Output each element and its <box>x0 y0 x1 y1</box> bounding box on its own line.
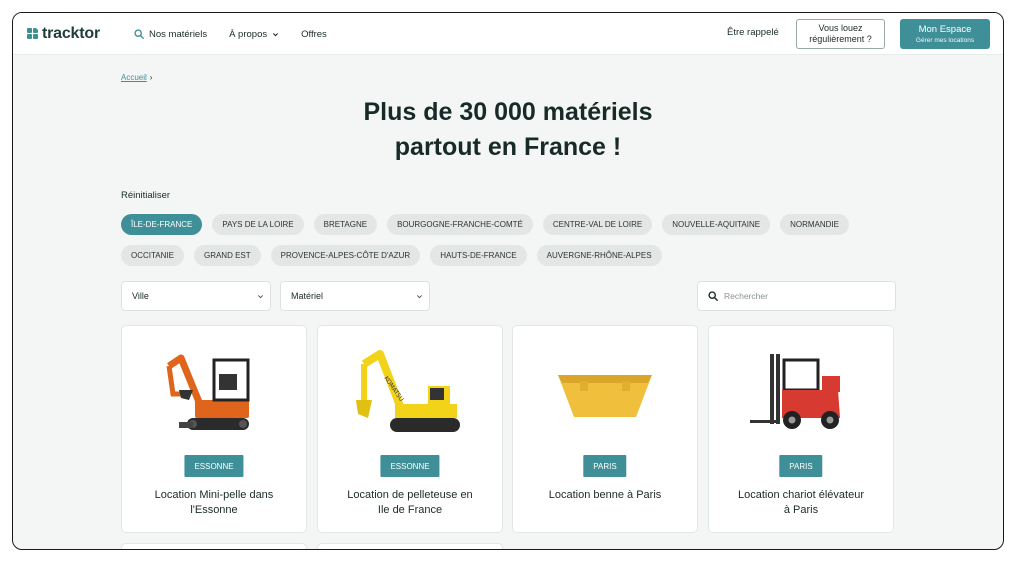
breadcrumb-separator: › <box>149 73 153 82</box>
rent-regularly-button[interactable]: Vous louez régulièrement ? <box>796 19 885 49</box>
search-icon <box>134 29 144 39</box>
card-title-line2: l'Essonne <box>190 504 238 516</box>
region-chip-hauts-de-france[interactable]: HAUTS-DE-FRANCE <box>430 245 527 266</box>
chevron-down-icon <box>273 32 279 36</box>
region-chip-pays-de-la-loire[interactable]: PAYS DE LA LOIRE <box>212 214 304 235</box>
region-chip-row-2: OCCITANIE GRAND EST PROVENCE-ALPES-CÔTE … <box>121 245 901 266</box>
card-title-line1: Location chariot élévateur <box>738 489 864 501</box>
breadcrumb: Accueil › <box>121 73 152 82</box>
mini-excavator-image <box>122 336 306 446</box>
chevron-down-icon <box>258 295 263 299</box>
skip-container-image <box>513 336 697 446</box>
region-chip-auvergne-rhone-alpes[interactable]: AUVERGNE-RHÔNE-ALPES <box>536 245 662 266</box>
my-space-button[interactable]: Mon Espace Gérer mes locations <box>900 19 990 49</box>
region-chip-ile-de-france[interactable]: ÎLE-DE-FRANCE <box>121 214 203 235</box>
page-title-line2: partout en France ! <box>394 133 622 161</box>
main-nav: Nos matériels À propos Offres <box>134 13 327 55</box>
region-chip-occitanie[interactable]: OCCITANIE <box>121 245 184 266</box>
rent-regularly-line2: régulièrement ? <box>809 34 872 44</box>
browser-frame: tracktor Nos matériels À propos Offres Ê… <box>12 12 1004 550</box>
material-select[interactable]: Matériel <box>280 281 430 311</box>
nav-item-offers[interactable]: Offres <box>301 29 327 40</box>
card-title: Location benne à Paris <box>523 488 687 503</box>
region-chip-grand-est[interactable]: GRAND EST <box>193 245 261 266</box>
region-filter-chips: ÎLE-DE-FRANCE PAYS DE LA LOIRE BRETAGNE … <box>121 214 901 276</box>
city-select[interactable]: Ville <box>121 281 271 311</box>
card-location-badge: ESSONNE <box>184 455 244 477</box>
region-chip-bretagne[interactable]: BRETAGNE <box>313 214 378 235</box>
card-title-line2: Ile de France <box>377 504 443 516</box>
region-chip-bourgogne-franche-comte[interactable]: BOURGOGNE-FRANCHE-COMTÉ <box>387 214 533 235</box>
card-location-badge: PARIS <box>779 455 823 477</box>
page-title: Plus de 30 000 matériels partout en Fran… <box>13 95 1003 165</box>
city-select-value: Ville <box>132 291 149 301</box>
excavator-image: KOMATSU <box>318 336 502 446</box>
callback-link[interactable]: Être rappelé <box>727 27 779 38</box>
logo-text: tracktor <box>42 25 100 42</box>
card-title-line1: Location Mini-pelle dans <box>154 489 274 501</box>
card-title: Location Mini-pelle dans l'Essonne <box>132 488 296 518</box>
page-title-line1: Plus de 30 000 matériels <box>363 98 653 126</box>
card-title-line1: Location de pelleteuse en <box>347 489 473 501</box>
breadcrumb-home-link[interactable]: Accueil <box>121 73 147 82</box>
search-field <box>697 281 896 311</box>
card-title-line2: à Paris <box>783 504 819 516</box>
product-card-partial[interactable] <box>121 543 307 549</box>
card-title: Location de pelleteuse en Ile de France <box>328 488 492 518</box>
search-icon <box>708 291 718 301</box>
product-card-partial[interactable] <box>317 543 503 549</box>
product-card-excavator[interactable]: KOMATSU ESSONNE Location de pelleteuse e… <box>317 325 503 533</box>
region-chip-row-1: ÎLE-DE-FRANCE PAYS DE LA LOIRE BRETAGNE … <box>121 214 901 235</box>
nav-item-materials[interactable]: Nos matériels <box>134 29 207 40</box>
product-card-mini-excavator[interactable]: ESSONNE Location Mini-pelle dans l'Esson… <box>121 325 307 533</box>
rent-regularly-line1: Vous louez <box>818 23 863 33</box>
nav-label-materials: Nos matériels <box>149 28 208 40</box>
search-input[interactable] <box>724 291 884 301</box>
product-card-skip[interactable]: PARIS Location benne à Paris <box>512 325 698 533</box>
nav-label-about: À propos <box>229 28 268 40</box>
nav-label-offers: Offres <box>301 28 327 40</box>
card-title: Location chariot élévateur à Paris <box>719 488 883 518</box>
region-chip-normandie[interactable]: NORMANDIE <box>780 214 849 235</box>
logo-mark-icon <box>27 28 39 40</box>
card-location-badge: ESSONNE <box>380 455 440 477</box>
my-space-label: Mon Espace <box>918 23 972 35</box>
tracktor-logo[interactable]: tracktor <box>27 25 100 43</box>
nav-item-about[interactable]: À propos <box>229 29 279 40</box>
forklift-image <box>709 336 893 446</box>
region-chip-provence-alpes-cote-dazur[interactable]: PROVENCE-ALPES-CÔTE D'AZUR <box>270 245 421 266</box>
material-select-value: Matériel <box>291 291 324 301</box>
chevron-down-icon <box>417 295 422 299</box>
region-chip-centre-val-de-loire[interactable]: CENTRE-VAL DE LOIRE <box>542 214 653 235</box>
my-space-sublabel: Gérer mes locations <box>915 36 975 44</box>
card-title-line1: Location benne à Paris <box>548 489 662 501</box>
reset-filters-link[interactable]: Réinitialiser <box>121 190 170 201</box>
region-chip-nouvelle-aquitaine[interactable]: NOUVELLE-AQUITAINE <box>662 214 771 235</box>
site-header: tracktor Nos matériels À propos Offres Ê… <box>13 13 1003 55</box>
product-card-forklift[interactable]: PARIS Location chariot élévateur à Paris <box>708 325 894 533</box>
card-location-badge: PARIS <box>583 455 627 477</box>
